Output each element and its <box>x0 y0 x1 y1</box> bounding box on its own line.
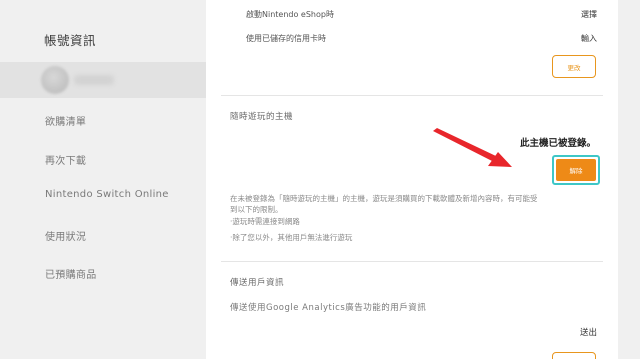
profile-item[interactable] <box>0 62 206 98</box>
sidebar-item-switch-online[interactable]: Nintendo Switch Online <box>45 189 169 200</box>
analytics-description: 傳送使用Google Analytics廣告功能的用戶資訊 <box>230 303 427 313</box>
section-divider <box>221 95 603 96</box>
sidebar-item-preorders[interactable]: 已預購商品 <box>45 266 97 281</box>
deregister-button[interactable]: 解除 <box>556 159 596 181</box>
analytics-section-title: 傳送用戶資訊 <box>230 278 285 288</box>
section-divider <box>221 261 603 262</box>
payment-row-label-eshop: 啟動Nintendo eShop時 <box>246 10 334 19</box>
console-description-line-1: 在未被登錄為「隨時遊玩的主機」的主機，遊玩是須購買的下載軟體及新增內容時，有可能… <box>230 194 538 203</box>
right-gutter <box>618 0 640 359</box>
main-panel: 啟動Nintendo eShop時 選擇 使用已儲存的信用卡時 輸入 更改 隨時… <box>206 0 618 359</box>
console-description-line-4: ·除了您以外，其他用戶無法進行遊玩 <box>230 233 353 242</box>
payment-row-value-eshop: 選擇 <box>581 10 597 19</box>
registration-status: 此主機已被登錄。 <box>519 138 596 149</box>
sidebar-item-wishlist[interactable]: 欲購清單 <box>45 113 86 128</box>
sidebar-item-usage[interactable]: 使用狀況 <box>45 228 86 243</box>
analytics-change-button[interactable] <box>552 352 596 359</box>
analytics-value: 送出 <box>579 328 597 338</box>
deregister-highlight: 解除 <box>552 155 600 185</box>
sidebar-item-redownload[interactable]: 再次下載 <box>45 152 86 167</box>
console-section-title: 隨時遊玩的主機 <box>230 112 294 122</box>
payment-row-label-card: 使用已儲存的信用卡時 <box>246 34 326 43</box>
change-button[interactable]: 更改 <box>552 55 596 78</box>
console-description-line-2: 到以下的限制。 <box>230 205 283 214</box>
console-description-line-3: ·遊玩時需連接到網路 <box>230 217 300 226</box>
profile-name-blurred <box>74 75 114 85</box>
sidebar: 帳號資訊 欲購清單 再次下載 Nintendo Switch Online 使用… <box>0 0 206 359</box>
sidebar-title: 帳號資訊 <box>44 33 97 48</box>
avatar <box>41 66 69 94</box>
payment-row-value-card: 輸入 <box>581 34 597 43</box>
